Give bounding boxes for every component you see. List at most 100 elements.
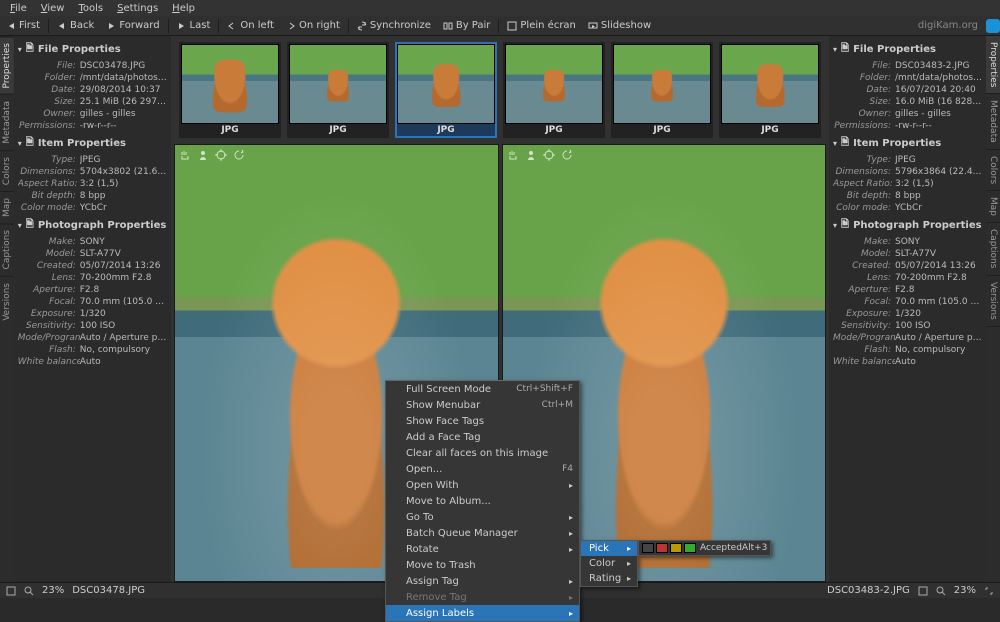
menu-item[interactable]: Move to Album... [386, 493, 579, 509]
submenu-item[interactable]: Rating▸ [581, 571, 637, 586]
property-row: Lens:70-200mm F2.8 [833, 272, 982, 284]
last-button[interactable]: Last [171, 16, 217, 35]
left-vtabs: Properties Metadata Colors Map Captions … [0, 36, 14, 582]
back-icon [57, 21, 67, 31]
right-icon [286, 21, 296, 31]
slideshow-label: Slideshow [601, 20, 651, 31]
menubar: File View Tools Settings Help [0, 0, 1000, 16]
vtab-colors-r[interactable]: Colors [986, 150, 1000, 191]
forward-button[interactable]: Forward [100, 16, 165, 35]
vtab-properties[interactable]: Properties [0, 36, 14, 94]
flag-pending[interactable] [670, 543, 682, 553]
vtab-captions[interactable]: Captions [0, 223, 14, 275]
zoom-fit-icon[interactable] [6, 586, 16, 596]
menu-item[interactable]: Assign Labels▸ [386, 605, 579, 621]
vtab-properties-r[interactable]: Properties [986, 36, 1000, 94]
flag-rejected[interactable] [656, 543, 668, 553]
property-row: Focal:70.0 mm (105.0 … [18, 296, 167, 308]
first-icon [6, 21, 16, 31]
target-icon[interactable] [215, 149, 227, 161]
property-row: Lens:70-200mm F2.8 [18, 272, 167, 284]
expand-icon[interactable] [984, 586, 994, 596]
menu-item[interactable]: Move to Trash [386, 557, 579, 573]
property-row: Make:SONY [833, 236, 982, 248]
hand-icon[interactable] [507, 149, 519, 161]
vtab-captions-r[interactable]: Captions [986, 223, 1000, 275]
fullscreen-button[interactable]: Plein écran [501, 16, 581, 35]
onleft-button[interactable]: On left [221, 16, 280, 35]
brand-icon[interactable] [986, 19, 1000, 33]
property-row: Bit depth:8 bpp [833, 190, 982, 202]
property-row: Model:SLT-A77V [18, 248, 167, 260]
zoom-fit-icon-r[interactable] [918, 586, 928, 596]
hand-icon[interactable] [179, 149, 191, 161]
thumbnail[interactable]: JPG [179, 42, 281, 138]
submenu-item[interactable]: Pick▸ [581, 541, 637, 556]
menu-item[interactable]: Assign Tag▸ [386, 573, 579, 589]
bypair-button[interactable]: By Pair [437, 16, 497, 35]
property-row: Bit depth:8 bpp [18, 190, 167, 202]
vtab-colors[interactable]: Colors [0, 150, 14, 191]
person-icon[interactable] [197, 149, 209, 161]
first-button[interactable]: First [0, 16, 46, 35]
vtab-map[interactable]: Map [0, 191, 14, 223]
thumbnail[interactable]: JPG [287, 42, 389, 138]
format-label: JPG [505, 124, 603, 136]
addface-icon [389, 431, 401, 443]
rotate-icon[interactable] [561, 149, 573, 161]
thumbnail[interactable]: JPG [611, 42, 713, 138]
menu-item[interactable]: Full Screen ModeCtrl+Shift+F [386, 381, 579, 397]
right-pane-tools [507, 149, 573, 161]
flag-accepted[interactable] [684, 543, 696, 553]
last-icon [177, 21, 187, 31]
zoom-actual-icon-r[interactable] [936, 586, 946, 596]
flag-none[interactable] [642, 543, 654, 553]
blank-icon [389, 479, 401, 491]
vtab-versions-r[interactable]: Versions [986, 276, 1000, 327]
left-pane-tools [179, 149, 245, 161]
panel-title: File Properties [38, 44, 121, 55]
menu-help[interactable]: Help [166, 3, 201, 14]
menu-settings[interactable]: Settings [111, 3, 164, 14]
doc-icon: 🗎 [841, 41, 849, 58]
property-row: Model:SLT-A77V [833, 248, 982, 260]
vtab-map-r[interactable]: Map [986, 191, 1000, 223]
panel-title: Item Properties [38, 138, 126, 149]
thumbnail[interactable]: JPG [719, 42, 821, 138]
menu-item[interactable]: Batch Queue Manager▸ [386, 525, 579, 541]
menu-item[interactable]: Show MenubarCtrl+M [386, 397, 579, 413]
vtab-metadata-r[interactable]: Metadata [986, 94, 1000, 150]
property-row: Created:05/07/2014 13:26 [833, 260, 982, 272]
menu-item[interactable]: Open...F4 [386, 461, 579, 477]
vtab-versions[interactable]: Versions [0, 276, 14, 327]
menu-item[interactable]: Clear all faces on this image [386, 445, 579, 461]
menu-tools[interactable]: Tools [72, 3, 109, 14]
panel-title: File Properties [853, 44, 936, 55]
rotate-icon[interactable] [233, 149, 245, 161]
format-label: JPG [289, 124, 387, 136]
menu-item[interactable]: Show Face Tags [386, 413, 579, 429]
zoom-actual-icon[interactable] [24, 586, 34, 596]
back-button[interactable]: Back [51, 16, 100, 35]
thumbnail[interactable]: JPG [503, 42, 605, 138]
menu-file[interactable]: File [4, 3, 33, 14]
slideshow-icon [588, 21, 598, 31]
thumbnail[interactable]: JPG [395, 42, 497, 138]
onright-button[interactable]: On right [280, 16, 346, 35]
format-label: JPG [721, 124, 819, 136]
target-icon[interactable] [543, 149, 555, 161]
zoom-right: 23% [954, 585, 976, 596]
slideshow-button[interactable]: Slideshow [582, 16, 657, 35]
property-row: White balance:Auto [18, 356, 167, 368]
menu-item[interactable]: Go To▸ [386, 509, 579, 525]
sync-button[interactable]: Synchronize [351, 16, 437, 35]
vtab-metadata[interactable]: Metadata [0, 94, 14, 150]
submenu-item[interactable]: Color▸ [581, 556, 637, 571]
menu-item[interactable]: Rotate▸ [386, 541, 579, 557]
menu-item[interactable]: Add a Face Tag [386, 429, 579, 445]
brand-link[interactable]: digiKam.org [918, 20, 982, 31]
person-icon[interactable] [525, 149, 537, 161]
fullscreen-icon [507, 21, 517, 31]
menu-item[interactable]: Open With▸ [386, 477, 579, 493]
menu-view[interactable]: View [35, 3, 71, 14]
